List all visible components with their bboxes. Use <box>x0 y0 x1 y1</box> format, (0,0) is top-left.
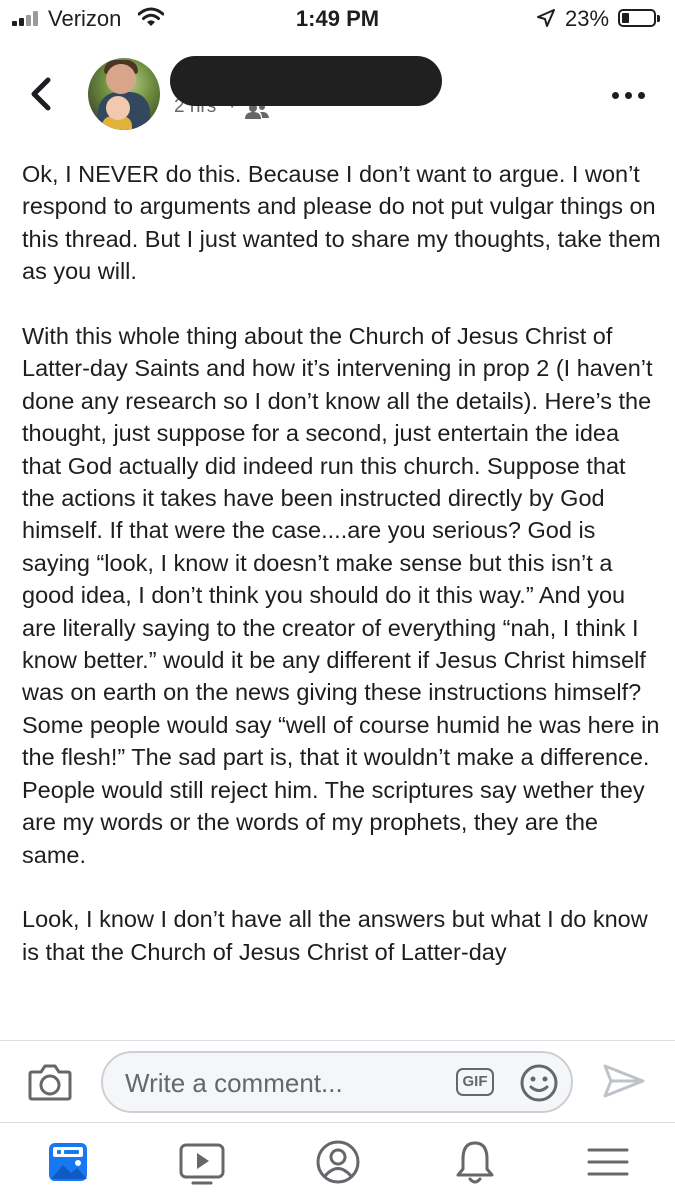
emoji-icon[interactable] <box>519 1063 559 1108</box>
camera-icon[interactable] <box>28 1063 72 1106</box>
notifications-icon <box>456 1141 494 1184</box>
author-name-redaction <box>170 56 442 106</box>
battery-level <box>622 13 629 23</box>
comment-bar: GIF <box>0 1040 675 1121</box>
tab-news-feed[interactable] <box>43 1137 93 1187</box>
tab-bar <box>0 1122 675 1201</box>
send-icon[interactable] <box>602 1063 646 1104</box>
more-options-button[interactable] <box>612 90 648 102</box>
post-paragraph: With this whole thing about the Church o… <box>22 323 660 868</box>
avatar[interactable] <box>88 58 160 130</box>
comment-input[interactable] <box>123 1065 427 1101</box>
status-bar: Verizon 1:49 PM 23% <box>0 0 675 40</box>
post-paragraph: Ok, I NEVER do this. Because I don’t wan… <box>22 161 661 285</box>
tab-menu[interactable] <box>583 1137 633 1187</box>
post-body: Ok, I NEVER do this. Because I don’t wan… <box>22 158 662 1001</box>
comment-input-box[interactable]: GIF <box>101 1051 573 1113</box>
post-paragraph: Look, I know I don’t have all the answer… <box>22 906 648 965</box>
profile-icon <box>316 1140 360 1184</box>
battery-percent: 23% <box>565 6 610 31</box>
gif-button[interactable]: GIF <box>456 1068 494 1096</box>
tab-profile[interactable] <box>313 1137 363 1187</box>
tab-watch[interactable] <box>177 1137 227 1187</box>
friends-icon <box>244 103 270 124</box>
news-feed-icon <box>49 1143 87 1181</box>
watch-icon <box>179 1143 225 1185</box>
location-arrow-icon <box>537 9 555 32</box>
battery-icon <box>618 9 660 27</box>
tab-notifications[interactable] <box>450 1137 500 1187</box>
menu-icon <box>587 1148 629 1176</box>
chevron-left-icon <box>31 77 51 111</box>
back-button[interactable] <box>26 74 56 114</box>
